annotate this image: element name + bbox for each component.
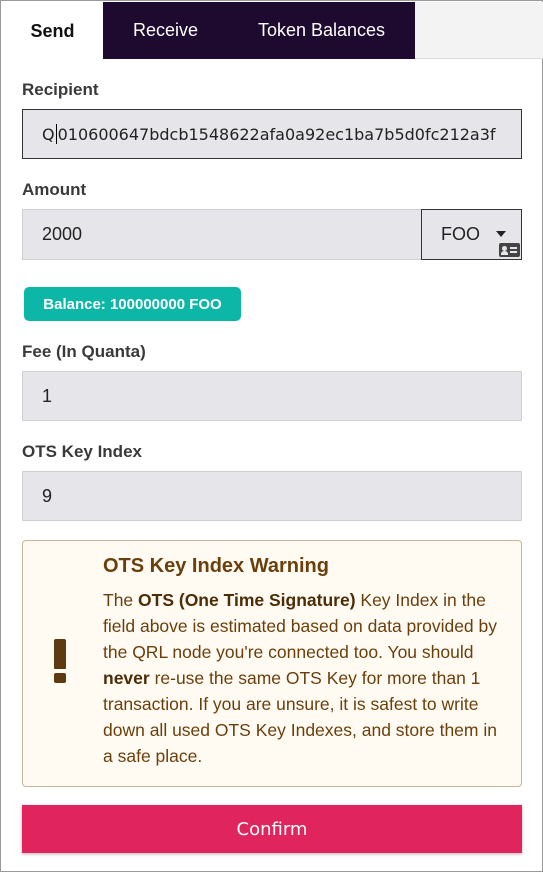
recipient-value: 010600647bdcb1548622afa0a92ec1ba7b5d0fc2… <box>57 124 496 144</box>
recipient-value-prefix: Q <box>42 124 55 144</box>
ots-key-index-input[interactable]: 9 <box>22 471 522 521</box>
send-panel: Send Receive Token Balances Recipient Q0… <box>0 0 543 872</box>
fee-label: Fee (In Quanta) <box>22 342 146 361</box>
exclamation-icon <box>51 639 69 687</box>
recipient-input[interactable]: Q 010600647bdcb1548622afa0a92ec1ba7b5d0fc… <box>22 109 522 159</box>
balance-badge: Balance: 100000000 FOO <box>24 287 241 321</box>
tab-receive[interactable]: Receive <box>103 2 228 59</box>
warning-text: The OTS (One Time Signature) Key Index i… <box>103 590 498 766</box>
amount-input[interactable]: 2000 <box>22 209 422 260</box>
chevron-down-icon <box>496 231 506 237</box>
ots-key-index-label: OTS Key Index <box>22 442 142 461</box>
warning-title: OTS Key Index Warning <box>103 555 329 577</box>
confirm-button[interactable]: Confirm <box>22 805 522 853</box>
recipient-label: Recipient <box>22 80 99 99</box>
amount-label: Amount <box>22 180 87 199</box>
tab-send[interactable]: Send <box>2 2 103 60</box>
address-card-icon[interactable] <box>499 243 520 257</box>
token-select[interactable]: FOO <box>421 209 522 260</box>
fee-input[interactable]: 1 <box>22 371 522 421</box>
tab-token-balances[interactable]: Token Balances <box>228 2 415 59</box>
token-select-value: FOO <box>441 224 480 244</box>
ots-warning-box: OTS Key Index Warning The OTS (One Time … <box>22 540 522 787</box>
text-caret <box>55 124 57 144</box>
tab-bar: Send Receive Token Balances <box>2 2 543 60</box>
